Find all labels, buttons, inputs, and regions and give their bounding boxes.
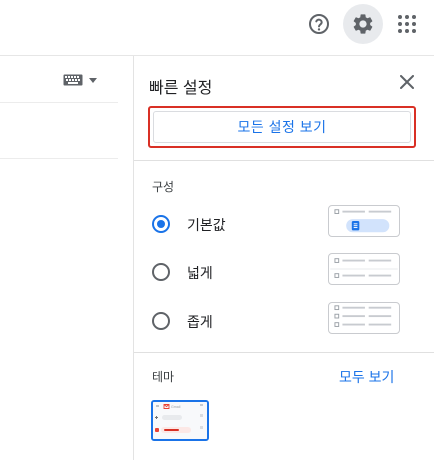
main-pane — [0, 56, 133, 460]
apps-grid-icon — [398, 15, 416, 33]
radio-button[interactable] — [152, 263, 170, 281]
divider — [134, 352, 434, 353]
close-icon — [400, 75, 414, 89]
close-button[interactable] — [396, 71, 418, 93]
see-all-themes-link[interactable]: 모두 보기 — [339, 367, 394, 387]
density-option-default[interactable]: 기본값 — [134, 205, 434, 243]
panel-title: 빠른 설정 — [149, 80, 213, 97]
keyboard-icon — [63, 74, 83, 86]
density-option-label: 좁게 — [187, 314, 213, 330]
gear-icon — [353, 14, 373, 34]
density-comfortable-preview — [328, 253, 400, 285]
radio-button[interactable] — [152, 312, 170, 330]
apps-button[interactable] — [387, 4, 427, 44]
density-option-comfortable[interactable]: 넓게 — [134, 253, 434, 291]
density-default-preview — [328, 205, 400, 237]
help-circle-icon — [309, 14, 329, 34]
help-button[interactable] — [299, 4, 339, 44]
see-all-settings-label: 모든 설정 보기 — [237, 119, 327, 135]
see-all-settings-button[interactable]: 모든 설정 보기 — [148, 106, 416, 148]
settings-button[interactable] — [343, 4, 383, 44]
input-tools-button[interactable] — [63, 74, 97, 86]
dropdown-arrow-icon — [89, 77, 97, 83]
radio-button-checked[interactable] — [152, 215, 170, 233]
divider — [0, 158, 118, 159]
top-bar — [0, 0, 434, 56]
quick-settings-panel: 빠른 설정 모든 설정 보기 구성 기본값 넓게 좁게 테마 모두 보기 Gma… — [133, 56, 434, 460]
density-section-label: 구성 — [152, 180, 175, 194]
theme-preview-default[interactable]: Gmail — [151, 400, 209, 441]
theme-section-label: 테마 — [152, 370, 175, 384]
divider — [0, 102, 118, 103]
theme-preview-app-name: Gmail — [171, 405, 181, 409]
density-compact-preview — [328, 302, 400, 334]
density-option-label: 넓게 — [187, 265, 213, 281]
density-option-compact[interactable]: 좁게 — [134, 302, 434, 340]
divider — [134, 160, 434, 161]
theme-preview-image: Gmail — [153, 402, 207, 439]
density-option-label: 기본값 — [187, 217, 226, 233]
